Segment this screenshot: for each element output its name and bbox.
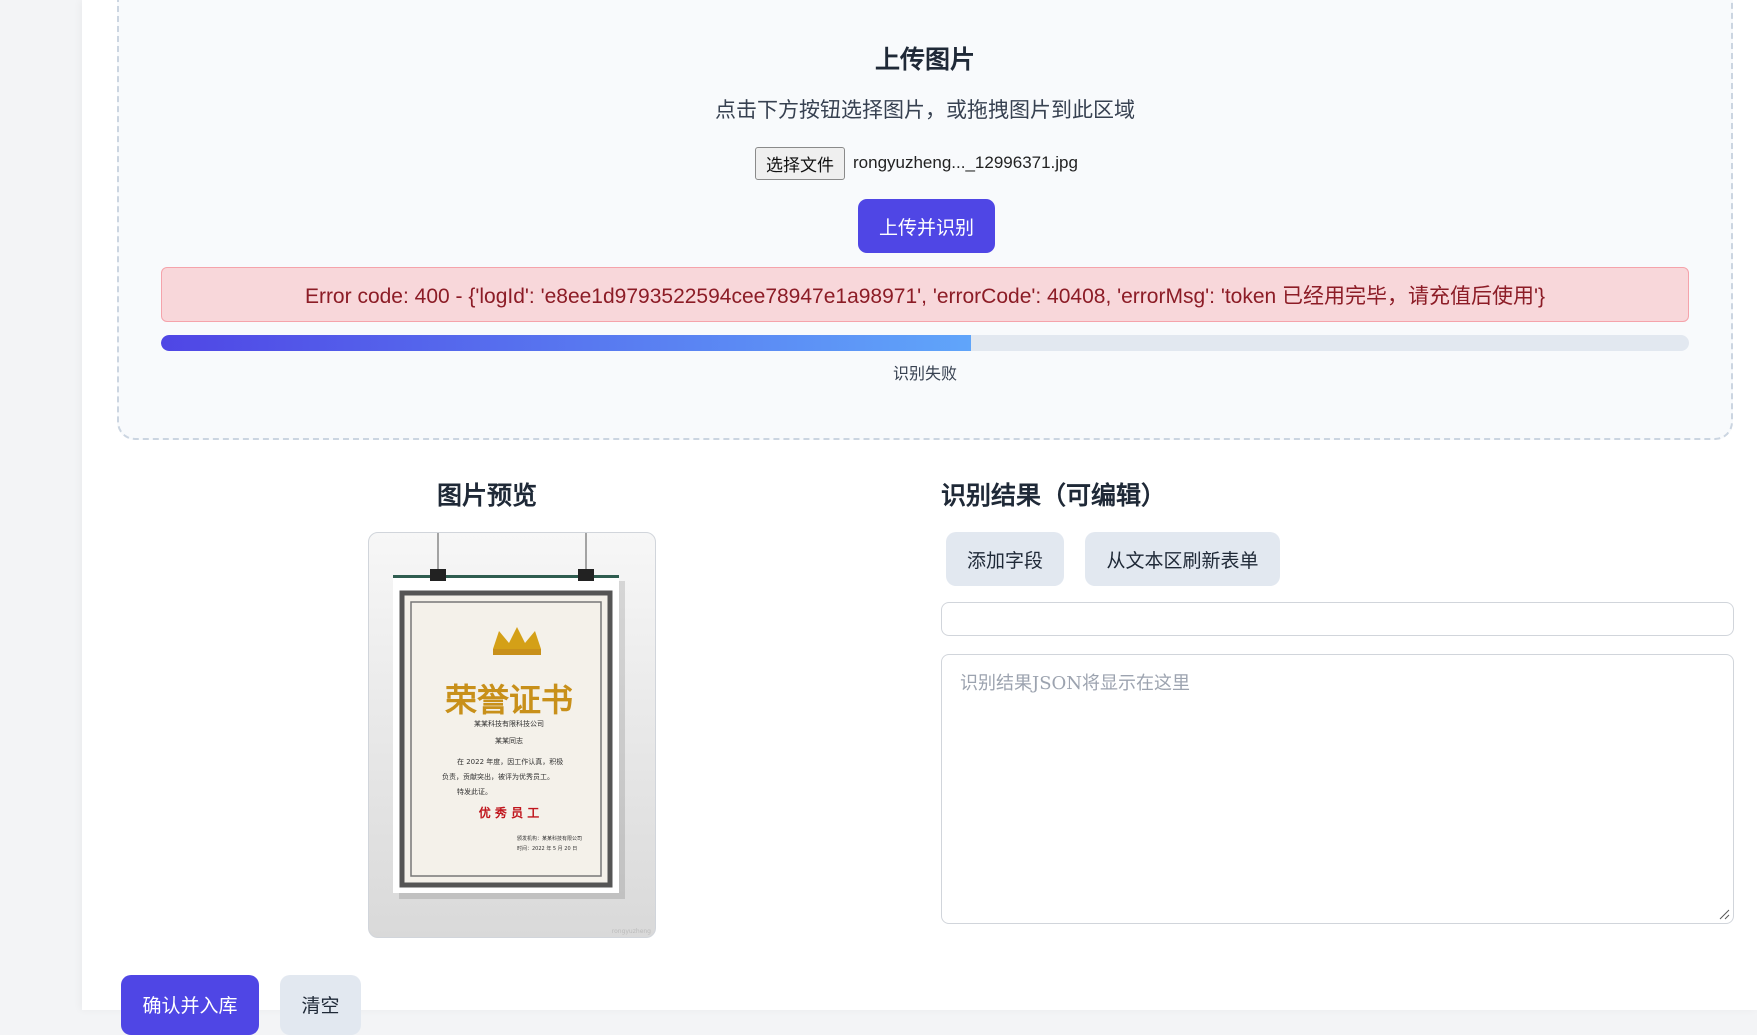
selected-file-name: rongyuzheng..._12996371.jpg xyxy=(853,153,1078,172)
certificate-recipient: 某某同志 xyxy=(495,736,523,745)
progress-bar xyxy=(161,335,1689,351)
result-json-textarea[interactable]: 识别结果JSON将显示在这里 xyxy=(941,654,1734,924)
certificate-award: 优 秀 员 工 xyxy=(479,805,540,820)
choose-file-button[interactable]: 选择文件 xyxy=(755,146,845,180)
certificate-issuer: 颁发机构：某某科技有限公司 xyxy=(517,835,582,842)
image-watermark: rongyuzheng xyxy=(612,928,651,935)
file-input[interactable]: 选择文件 rongyuzheng..._12996371.jpg xyxy=(755,145,1078,181)
certificate-body-line1: 在 2022 年度，因工作认真，积极 xyxy=(457,757,563,766)
error-message: Error code: 400 - {'logId': 'e8ee1d97935… xyxy=(304,284,1546,308)
result-title: 识别结果（可编辑） xyxy=(941,481,1167,510)
error-alert: Error code: 400 - {'logId': 'e8ee1d97935… xyxy=(161,267,1689,322)
clear-button[interactable]: 清空 xyxy=(280,975,361,1035)
certificate-date: 时间：2022 年 5 月 20 日 xyxy=(517,845,577,852)
progress-fill xyxy=(161,335,971,351)
refresh-form-button[interactable]: 从文本区刷新表单 xyxy=(1085,532,1280,586)
result-field-input[interactable] xyxy=(941,602,1734,636)
certificate-body-line3: 特发此证。 xyxy=(457,787,492,796)
preview-title: 图片预览 xyxy=(437,481,538,510)
certificate-image: 荣誉证书 某某科技有限科技公司 某某同志 在 2022 年度，因工作认真，积极 … xyxy=(393,533,651,935)
textarea-placeholder: 识别结果JSON将显示在这里 xyxy=(960,673,1191,694)
image-preview: 荣誉证书 某某科技有限科技公司 某某同志 在 2022 年度，因工作认真，积极 … xyxy=(368,532,656,938)
upload-and-recognize-button[interactable]: 上传并识别 xyxy=(858,199,995,253)
progress-status: 识别失败 xyxy=(892,364,957,383)
resize-handle-icon[interactable] xyxy=(1718,908,1730,920)
upload-hint: 点击下方按钮选择图片，或拖拽图片到此区域 xyxy=(715,98,1135,122)
certificate-company: 某某科技有限科技公司 xyxy=(474,719,544,728)
certificate-heading: 荣誉证书 xyxy=(445,681,573,719)
certificate-body-line2: 负责，贡献突出，被评为优秀员工。 xyxy=(442,772,554,781)
confirm-save-button[interactable]: 确认并入库 xyxy=(121,975,259,1035)
upload-title: 上传图片 xyxy=(874,45,975,74)
upload-dropzone[interactable]: 上传图片 点击下方按钮选择图片，或拖拽图片到此区域 选择文件 rongyuzhe… xyxy=(117,0,1733,440)
add-field-button[interactable]: 添加字段 xyxy=(946,532,1064,586)
